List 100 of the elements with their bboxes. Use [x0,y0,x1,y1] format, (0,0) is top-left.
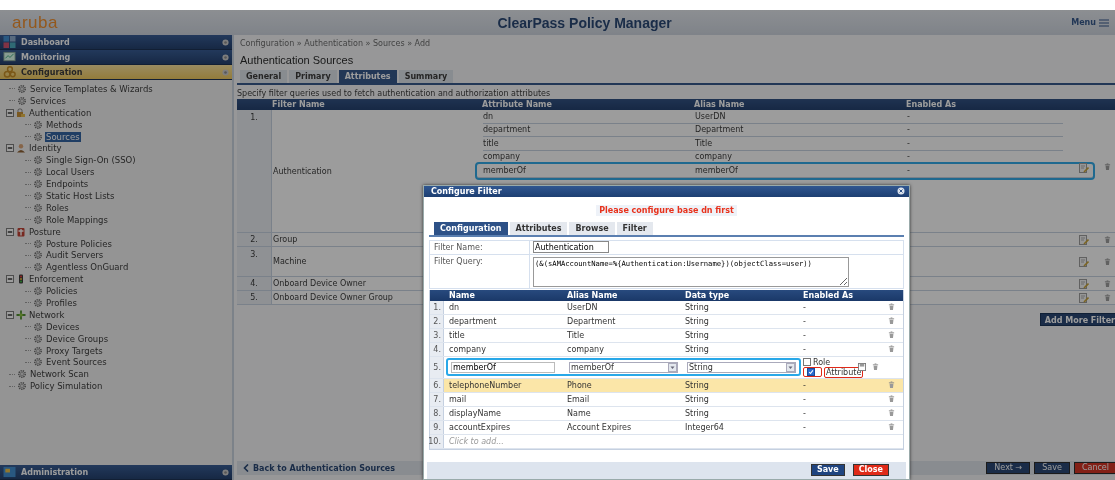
tab[interactable]: Primary [289,70,337,83]
tree-item[interactable]: Methods [45,119,84,130]
tree-item[interactable]: Local Users [45,167,96,178]
table-cell-text: - [907,111,911,121]
nav-item[interactable]: Administration [0,465,232,480]
tree-item[interactable]: Posture Policies [45,238,113,249]
table-cell-text: department [483,125,532,135]
tree-item[interactable]: Endpoints [45,179,90,190]
checkbox-label: Role [813,357,831,367]
tree-item[interactable]: Devices [45,321,81,332]
table-cell-text: Title [695,138,714,148]
table-cell-text: Email [566,394,591,404]
save-button[interactable]: Save [810,464,845,477]
tree-item[interactable]: Profiles [45,297,78,308]
tree-item[interactable]: Services [29,95,67,106]
table-cell: Authentication [273,166,332,176]
table-cell-text: Department [695,125,745,135]
tab[interactable]: Filter [616,221,653,235]
tree-item[interactable]: Sources [45,131,81,142]
tree-item[interactable]: Single Sign-On (SSO) [45,155,137,166]
table-cell-text: String [684,316,710,326]
nav-item[interactable]: Monitoring [0,50,232,65]
tab[interactable]: Configuration [434,221,508,235]
table-cell-text: - [802,394,807,404]
add-row-placeholder[interactable]: Click to add... [444,436,798,446]
column-header: Data type [684,290,731,300]
tree-item[interactable]: Roles [45,202,70,213]
column-header: Enabled As [802,290,854,300]
table-cell-text: - [802,344,807,354]
table-cell-text: String [684,344,710,354]
table-cell-text: memberOf [695,165,739,175]
table-cell-text: Account Expires [566,422,633,432]
tree-item[interactable]: Device Groups [45,333,110,344]
tab[interactable]: Attributes [338,70,397,83]
table-cell-text: Department [566,316,617,326]
alias-dropdown[interactable]: memberOf [569,361,678,373]
table-cell-text: String [684,302,710,312]
table-cell-text: String [684,330,710,340]
row-number: 3. [237,247,272,276]
tab[interactable]: Summary [398,70,454,83]
tree-item[interactable]: Policy Simulation [29,381,104,392]
table-cell-text: - [802,408,807,418]
table-cell-text: company [566,344,605,354]
tree-item[interactable]: Authentication [28,107,93,118]
error-message: Please configure base dn first [596,204,737,216]
back-link[interactable]: Back to Authentication Sources [237,463,396,473]
table-cell-text: String [684,394,710,404]
close-button[interactable]: Close [852,464,889,477]
tree-item[interactable]: Role Mappings [45,214,109,225]
tree-item[interactable]: Audit Servers [45,250,105,261]
tree-item[interactable]: Service Templates & Wizards [29,83,154,94]
tree-item[interactable]: Static Host Lists [45,190,116,201]
table-cell: Group [273,235,298,244]
tree-item[interactable]: Event Sources [45,357,108,368]
table-cell-text: String [684,408,710,418]
column-header: Alias Name [566,290,619,300]
table-cell-text: title [448,330,466,340]
column-header: Filter Name [271,100,326,109]
row-number: 1. [237,110,272,232]
filter-name-field[interactable]: Authentication [533,241,609,253]
next-button[interactable]: Next → [986,462,1031,474]
table-cell-text: Title [566,330,586,340]
tree-item[interactable]: Proxy Targets [45,345,104,356]
tab[interactable]: Attributes [509,221,568,235]
checkbox-label: Attribute [826,367,862,377]
nav-item[interactable]: Configuration [0,65,232,80]
tree-item[interactable]: Agentless OnGuard [45,262,130,273]
save-button[interactable]: Save [1034,462,1070,474]
tab[interactable]: General [240,70,288,83]
menu-button[interactable]: Menu [1071,18,1109,27]
table-cell-text: - [907,152,911,162]
table-cell-text: Phone [566,380,593,390]
tree-item[interactable]: Network Scan [29,369,90,380]
data-type-dropdown[interactable]: String [687,361,796,373]
tree-item[interactable]: Posture [28,226,62,237]
cancel-button[interactable]: Cancel [1073,462,1115,474]
breadcrumb: Configuration » Authentication » Sources » Add [239,38,432,49]
column-header: Enabled As [905,100,957,109]
table-cell-text: - [907,125,911,135]
table-cell-text: company [483,152,521,162]
table-cell-text: department [448,316,498,326]
table-cell-text: - [802,302,807,312]
row-number: 5. [237,291,272,304]
nav-item[interactable]: Dashboard [0,35,232,50]
product-title: ClearPass Policy Manager [496,14,673,31]
table-cell-text: - [907,165,911,175]
table-cell: Machine [273,257,307,266]
table-cell-text: memberOf [483,165,527,175]
name-field[interactable]: memberOf [451,361,555,373]
tree-item[interactable]: Policies [45,286,79,297]
table-cell-text: accountExpires [448,422,512,432]
tab[interactable]: Browse [569,221,615,235]
table-cell-text: UserDN [566,302,599,312]
add-filter-button[interactable]: Add More Filter [1039,313,1115,326]
table-cell: Onboard Device Owner [273,279,367,288]
tree-item[interactable]: Identity [28,143,63,154]
tree-item[interactable]: Enforcement [28,274,85,285]
table-cell-text: - [802,330,807,340]
table-cell-text: Integer64 [684,422,725,432]
tree-item[interactable]: Network [28,309,66,320]
